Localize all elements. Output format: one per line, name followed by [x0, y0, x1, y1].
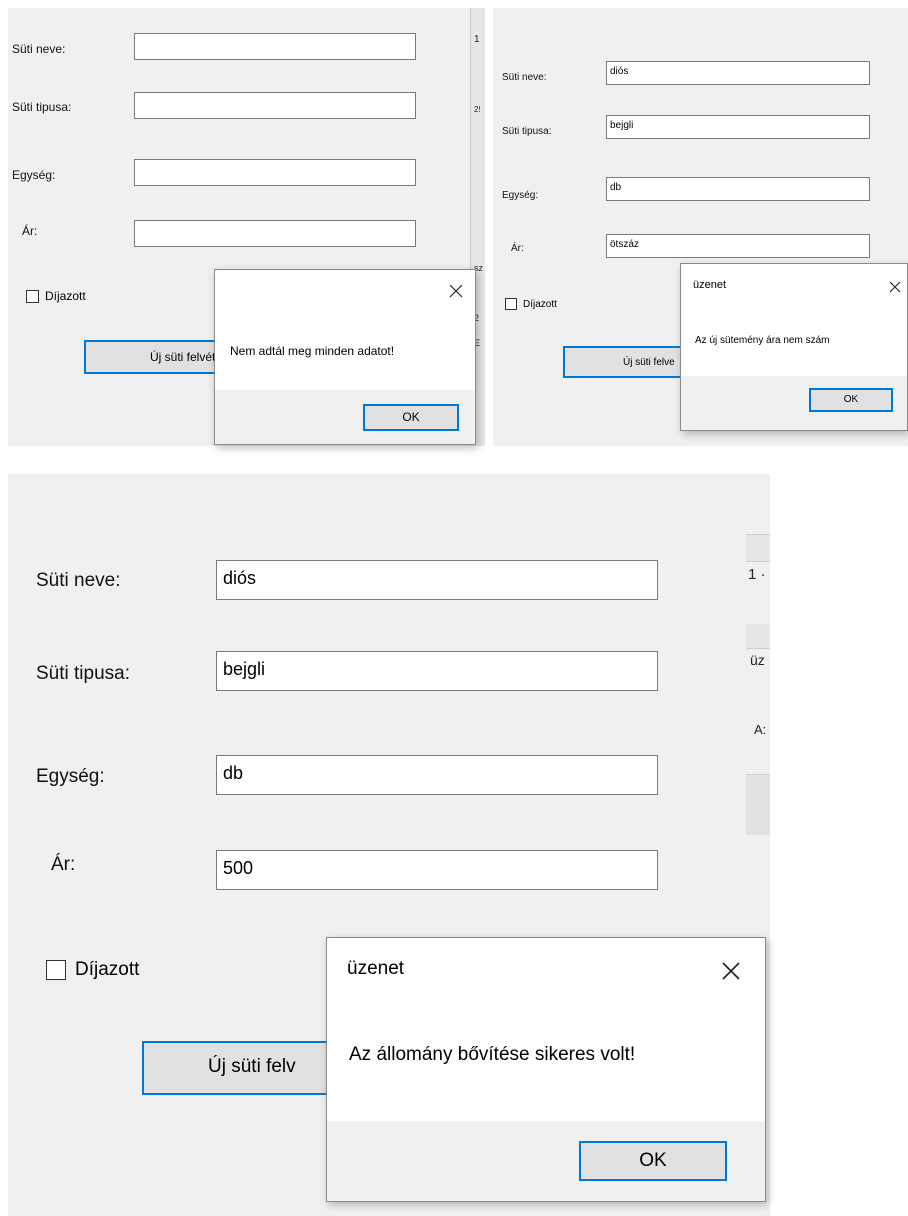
dialog-title: üzenet	[347, 958, 405, 979]
dialog-message: Az állomány bővítése sikeres volt!	[349, 1044, 636, 1065]
label-suti-tipusa: Süti tipusa:	[502, 126, 552, 137]
dijazott-label: Díjazott	[45, 289, 86, 303]
close-icon[interactable]	[721, 961, 741, 981]
ok-button[interactable]: OK	[809, 388, 893, 412]
label-egyseg: Egység:	[36, 766, 105, 787]
label-suti-neve: Süti neve:	[502, 72, 547, 83]
background-fragment: A:	[754, 722, 767, 737]
background-window-row	[746, 774, 770, 835]
error-dialog-missing-data: Nem adtál meg minden adatot! OK	[214, 269, 476, 445]
egyseg-input[interactable]: db	[606, 177, 870, 201]
egyseg-input[interactable]	[134, 159, 416, 186]
background-fragment: 1	[474, 34, 480, 45]
success-dialog: üzenet Az állomány bővítése sikeres volt…	[326, 937, 766, 1202]
label-ar: Ár:	[511, 243, 524, 254]
background-fragment: 1 ·	[748, 566, 766, 583]
dijazott-checkbox-row[interactable]: Díjazott	[505, 298, 557, 310]
ok-button[interactable]: OK	[363, 404, 459, 431]
label-egyseg: Egység:	[502, 190, 539, 201]
label-egyseg: Egység:	[12, 168, 56, 182]
suti-neve-input[interactable]	[134, 33, 416, 60]
ok-button[interactable]: OK	[579, 1141, 727, 1181]
dijazott-checkbox[interactable]	[26, 289, 39, 303]
label-suti-neve: Süti neve:	[12, 42, 66, 56]
error-dialog-price-not-number: üzenet Az új sütemény ára nem szám OK	[680, 263, 908, 431]
label-ar: Ár:	[22, 224, 38, 238]
suti-tipusa-input[interactable]: bejgli	[606, 115, 870, 139]
background-window-row	[746, 624, 770, 649]
label-suti-tipusa: Süti tipusa:	[12, 100, 72, 114]
dijazott-label: Díjazott	[75, 959, 140, 980]
label-suti-tipusa: Süti tipusa:	[36, 663, 130, 684]
dijazott-checkbox[interactable]	[46, 960, 66, 980]
background-fragment: üz	[750, 652, 765, 668]
dialog-message: Nem adtál meg minden adatot!	[230, 344, 395, 358]
egyseg-input[interactable]: db	[216, 755, 658, 795]
label-ar: Ár:	[51, 854, 76, 875]
dijazott-checkbox-row[interactable]: Díjazott	[46, 959, 139, 981]
ar-input[interactable]: 500	[216, 850, 658, 890]
suti-tipusa-input[interactable]	[134, 92, 416, 119]
suti-neve-input[interactable]: diós	[606, 61, 870, 85]
dijazott-checkbox[interactable]	[505, 298, 517, 310]
background-fragment: 2!	[474, 105, 481, 114]
label-suti-neve: Süti neve:	[36, 570, 121, 591]
dijazott-label: Díjazott	[523, 298, 557, 310]
dijazott-checkbox-row[interactable]: Díjazott	[26, 289, 86, 303]
dialog-message: Az új sütemény ára nem szám	[695, 335, 830, 346]
dialog-title: üzenet	[693, 279, 727, 291]
suti-tipusa-input[interactable]: bejgli	[216, 651, 658, 691]
background-window-row	[746, 534, 770, 562]
ar-input[interactable]: ötszáz	[606, 234, 870, 258]
suti-neve-input[interactable]: diós	[216, 560, 658, 600]
close-icon[interactable]	[889, 280, 901, 293]
ar-input[interactable]	[134, 220, 416, 247]
close-icon[interactable]	[449, 284, 463, 298]
